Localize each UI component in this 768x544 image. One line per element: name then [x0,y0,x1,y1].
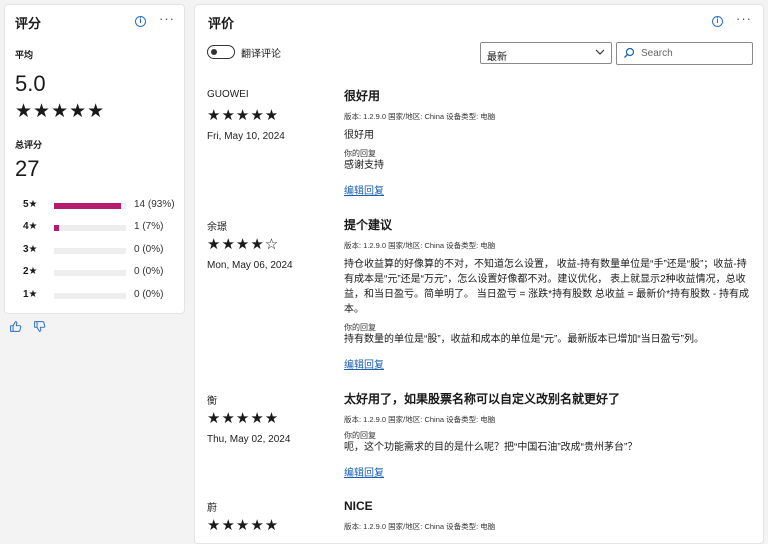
distribution-row-2: 2★ 0 (0%) [23,266,183,280]
distribution-row-3: 3★ 0 (0%) [23,244,183,258]
distribution-count: 14 (93%) [134,199,175,210]
review-date: Fri, May 10, 2024 [207,131,285,142]
distribution-count: 0 (0%) [134,244,164,255]
review-date: Thu, May 02, 2024 [207,434,291,445]
review-stars: ★★★★★ [207,517,280,534]
reply-label: 你的回复 [344,323,376,332]
review-stars: ★★★★★ [207,107,280,124]
more-icon[interactable]: ··· [159,11,175,26]
distribution-count: 1 (7%) [134,221,164,232]
info-icon[interactable] [135,16,146,27]
distribution-count: 0 (0%) [134,289,164,300]
review-title: 太好用了，如果股票名称可以自定义改别名就更好了 [344,392,621,406]
distribution-star-label: 3★ [23,244,38,255]
review-title: 很好用 [344,89,381,103]
reply-text: 感谢支持 [344,160,384,171]
reply-text: 持有数量的单位是“股”，收益和成本的单位是“元”。最新版本已增加“当日盈亏”列。 [344,334,704,345]
edit-reply-link[interactable]: 编辑回复 [344,464,384,479]
review-meta: 版本: 1.2.9.0 国家/地区: China 设备类型: 电脑 [344,415,496,424]
more-icon[interactable]: ··· [736,11,752,26]
distribution-bar-fill [54,203,121,209]
review-title: NICE [344,499,373,513]
total-value: 27 [15,156,40,181]
distribution-star-label: 1★ [23,289,38,300]
search-icon [624,47,635,58]
distribution-bar [54,203,126,209]
review-author: 衡 [207,396,217,407]
distribution-star-label: 5★ [23,199,38,210]
review-stars: ★★★★☆ [207,236,280,253]
translate-toggle-label: 翻译评论 [241,49,281,60]
review-author: 余璟 [207,222,227,233]
reviews-title: 评价 [208,16,235,31]
review-meta: 版本: 1.2.9.0 国家/地区: China 设备类型: 电脑 [344,241,496,250]
review-author: 蔚 [207,503,217,514]
search-input[interactable] [641,46,746,60]
distribution-star-label: 2★ [23,266,38,277]
distribution-count: 0 (0%) [134,266,164,277]
search-box[interactable] [616,42,753,65]
reply-label: 你的回复 [344,149,376,158]
distribution-bar [54,293,126,299]
thumb-down-icon[interactable] [33,320,46,333]
thumb-up-icon[interactable] [9,320,22,333]
review-body: 很好用 [344,130,374,141]
edit-reply-link[interactable]: 编辑回复 [344,182,384,197]
distribution-row-5: 5★ 14 (93%) [23,199,183,213]
sort-value: 最新 [487,52,507,63]
average-label: 平均 [15,50,34,60]
distribution-row-1: 1★ 0 (0%) [23,289,183,303]
chevron-down-icon [595,49,605,55]
distribution-bar-fill [54,225,60,231]
distribution-bar [54,225,126,231]
review-meta: 版本: 1.2.9.0 国家/地区: China 设备类型: 电脑 [344,522,496,531]
reviews-panel: 评价 ··· 翻译评论 最新 GUOWEI ★★★★★ Fri, May 10,… [194,4,764,544]
distribution-bar [54,270,126,276]
info-icon[interactable] [712,16,723,27]
sort-dropdown[interactable]: 最新 [480,42,612,64]
total-label: 总评分 [15,140,43,150]
distribution-star-label: 4★ [23,221,38,232]
translate-toggle[interactable] [207,45,235,59]
review-title: 提个建议 [344,218,393,232]
rating-summary-panel: 评分 ··· 平均 5.0 ★★★★★ 总评分 27 5★ 14 (93%) 4… [4,4,185,314]
review-date: Mon, May 06, 2024 [207,260,293,271]
review-author: GUOWEI [207,89,249,100]
review-stars: ★★★★★ [207,410,280,427]
average-value: 5.0 [15,71,46,96]
distribution-bar [54,248,126,254]
toggle-knob [211,49,217,55]
distribution-row-4: 4★ 1 (7%) [23,221,183,235]
edit-reply-link[interactable]: 编辑回复 [344,356,384,371]
reply-label: 你的回复 [344,431,376,440]
summary-title: 评分 [15,16,42,31]
average-stars: ★★★★★ [15,101,106,122]
review-body: 持仓收益算的好像算的不对，不知道怎么设置， 收益-持有数量单位是“手”还是“股”… [344,259,750,315]
reply-text: 呃，这个功能需求的目的是什么呢？把“中国石油”改成“贵州茅台”？ [344,442,638,453]
review-meta: 版本: 1.2.9.0 国家/地区: China 设备类型: 电脑 [344,112,496,121]
